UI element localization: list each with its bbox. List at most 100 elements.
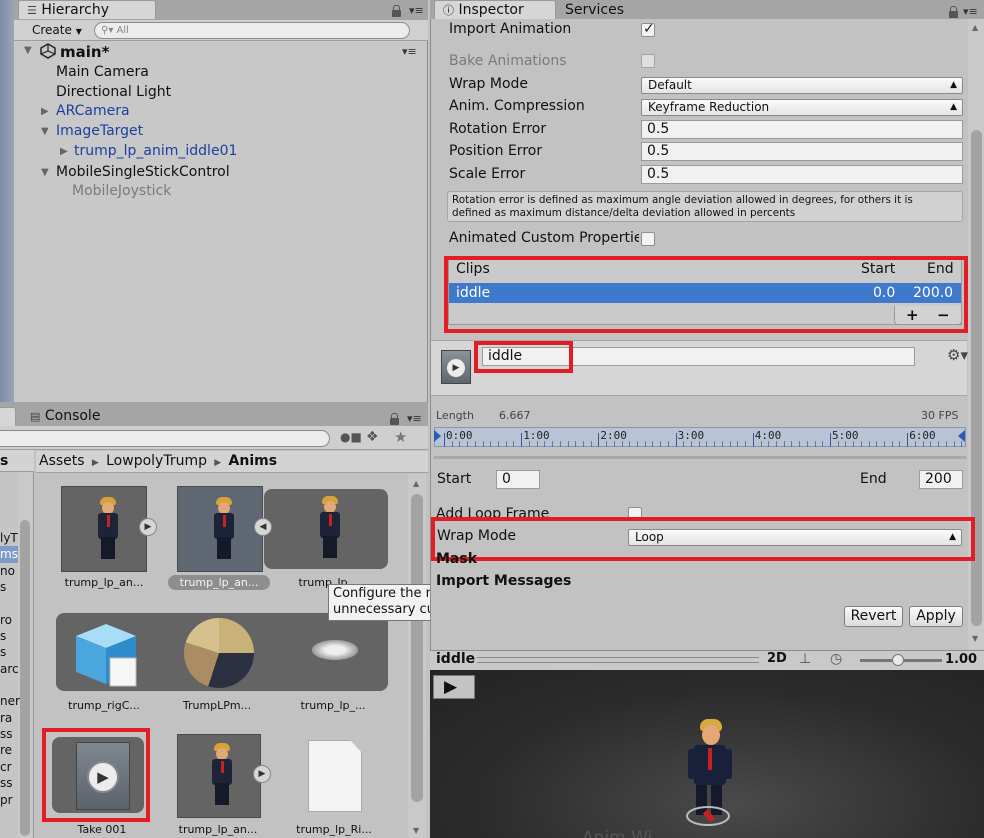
timeline-major-tick xyxy=(521,433,523,447)
hierarchy-item[interactable]: trump_lp_anim_iddle01 xyxy=(74,143,237,159)
folder-item[interactable]: ss xyxy=(0,726,18,742)
folder-item[interactable]: pr xyxy=(0,792,18,808)
folder-item[interactable]: s xyxy=(0,628,18,644)
expand-play-icon[interactable]: ▶ xyxy=(139,518,157,536)
play-icon: ▶ xyxy=(444,677,458,697)
breadcrumb-item[interactable]: Anims xyxy=(229,453,278,469)
asset-grid-scroll-thumb[interactable] xyxy=(411,494,423,802)
timeline-start-marker-icon[interactable] xyxy=(434,430,441,442)
mask-foldout[interactable]: Mask xyxy=(436,551,477,567)
preview-play-button[interactable]: ▶ xyxy=(433,675,475,699)
speed-slider-thumb[interactable] xyxy=(892,654,904,666)
asset-label: trump_lp_an... xyxy=(178,823,258,836)
folder-item[interactable] xyxy=(0,596,18,612)
apply-button[interactable]: Apply xyxy=(909,606,963,627)
asset-thumbnail-selected[interactable] xyxy=(177,486,263,572)
character-figure xyxy=(90,497,130,567)
hierarchy-item[interactable]: ImageTarget xyxy=(56,123,143,139)
timeline-minor-tick xyxy=(914,441,916,447)
scene-menu-icon[interactable]: ▾≡ xyxy=(402,45,417,58)
scroll-down-icon[interactable]: ▼ xyxy=(413,826,419,835)
asset-thumbnail[interactable] xyxy=(177,734,261,818)
breadcrumb-item[interactable]: LowpolyTrump xyxy=(106,453,207,469)
wrap-mode-dropdown[interactable]: Default ▲ xyxy=(641,77,963,94)
timeline-minor-tick xyxy=(528,441,530,447)
start-label: Start xyxy=(437,471,472,487)
import-animation-checkbox[interactable]: ✓ xyxy=(641,21,655,37)
position-error-field[interactable]: 0.5 xyxy=(641,142,963,161)
scale-error-field[interactable]: 0.5 xyxy=(641,165,963,184)
folder-item[interactable]: s xyxy=(0,644,18,660)
filter-by-type-icon[interactable]: ●■ xyxy=(340,430,362,446)
panel-menu-icon[interactable]: ▾≡ xyxy=(409,4,424,17)
folder-item[interactable]: no xyxy=(0,563,18,579)
tab-hierarchy[interactable]: ☰ Hierarchy xyxy=(18,0,156,19)
asset-label: Take 001 xyxy=(77,823,127,836)
anim-compression-dropdown[interactable]: Keyframe Reduction ▲ xyxy=(641,99,963,116)
preview-2d-toggle[interactable]: 2D xyxy=(767,651,787,666)
timer-icon[interactable]: ◷ xyxy=(830,651,842,667)
scroll-up-icon[interactable]: ▲ xyxy=(413,479,419,488)
panel-menu-icon[interactable]: ▾≡ xyxy=(963,5,978,18)
search-placeholder: All xyxy=(116,25,129,36)
hierarchy-item[interactable]: Main Camera xyxy=(56,64,149,80)
favorite-star-icon[interactable]: ★ xyxy=(394,428,412,446)
hierarchy-item[interactable]: ARCamera xyxy=(56,103,130,119)
foldout-collapsed-icon[interactable]: ▶ xyxy=(41,106,49,117)
scene-view-edge xyxy=(0,0,14,402)
folder-item[interactable]: s xyxy=(0,579,18,595)
folder-item[interactable]: cr xyxy=(0,759,18,775)
settings-gear-icon[interactable]: ⚙▾ xyxy=(947,346,968,364)
expand-play-icon[interactable]: ▶ xyxy=(253,765,271,783)
tab-project-edge[interactable] xyxy=(0,407,16,426)
search-icon: ⚲▾ xyxy=(101,25,114,36)
filter-by-label-icon[interactable]: ❖ xyxy=(366,429,384,445)
panel-menu-icon[interactable]: ▾≡ xyxy=(407,412,422,425)
timeline-minor-tick xyxy=(806,441,808,447)
lock-icon[interactable] xyxy=(392,5,401,17)
start-field[interactable]: 0 xyxy=(496,470,540,489)
tab-services[interactable]: Services xyxy=(556,0,633,19)
folder-item[interactable]: ss xyxy=(0,775,18,791)
folder-item[interactable]: lyT xyxy=(0,530,18,546)
lock-icon[interactable] xyxy=(949,6,958,18)
scene-name[interactable]: main* xyxy=(60,43,109,61)
tab-console[interactable]: ▤ Console xyxy=(30,408,100,424)
revert-button[interactable]: Revert xyxy=(844,606,903,627)
folder-tree-scroll-thumb[interactable] xyxy=(20,520,30,836)
hierarchy-item[interactable]: MobileSingleStickControl xyxy=(56,164,230,180)
pivot-icon[interactable]: ⊥ xyxy=(799,651,811,667)
folder-item[interactable]: ra xyxy=(0,710,18,726)
folder-item[interactable] xyxy=(0,677,18,693)
timeline-minor-tick xyxy=(706,441,708,447)
foldout-expanded-icon[interactable]: ▼ xyxy=(41,126,49,137)
foldout-expanded-icon[interactable]: ▼ xyxy=(41,167,49,178)
folder-item[interactable]: ms xyxy=(0,546,18,563)
create-button[interactable]: Create ▼ xyxy=(20,22,84,39)
end-field[interactable]: 200 xyxy=(919,470,963,489)
hierarchy-item[interactable]: Directional Light xyxy=(56,84,171,100)
tab-inspector[interactable]: ⓘ Inspector xyxy=(434,0,556,19)
project-search-input[interactable] xyxy=(0,430,330,447)
animated-custom-properties-checkbox[interactable] xyxy=(641,232,655,246)
hierarchy-item[interactable]: MobileJoystick xyxy=(72,183,171,199)
foldout-collapsed-icon[interactable]: ▶ xyxy=(60,146,68,157)
breadcrumb-item[interactable]: Assets xyxy=(39,453,85,469)
rotation-error-field[interactable]: 0.5 xyxy=(641,120,963,139)
scene-foldout-icon[interactable]: ▼ xyxy=(24,45,32,56)
scroll-up-icon[interactable]: ▲ xyxy=(972,23,978,32)
animated-custom-properties-label: Animated Custom Properties xyxy=(449,230,639,246)
folder-item[interactable]: arc xyxy=(0,661,19,677)
scroll-down-icon[interactable]: ▼ xyxy=(972,634,978,643)
folder-item[interactable]: ner xyxy=(0,693,20,709)
folder-item[interactable]: re xyxy=(0,742,18,758)
asset-thumbnail[interactable] xyxy=(61,486,147,572)
preview-drag-bar[interactable] xyxy=(477,657,759,663)
import-messages-foldout[interactable]: Import Messages xyxy=(436,573,571,589)
folder-item[interactable]: ro xyxy=(0,612,18,628)
collapse-play-icon[interactable]: ◀ xyxy=(254,518,272,536)
search-input[interactable]: ⚲▾ All xyxy=(94,22,410,39)
info-icon: ⓘ xyxy=(443,4,454,17)
lock-icon[interactable] xyxy=(390,413,399,425)
character-figure xyxy=(312,496,352,566)
